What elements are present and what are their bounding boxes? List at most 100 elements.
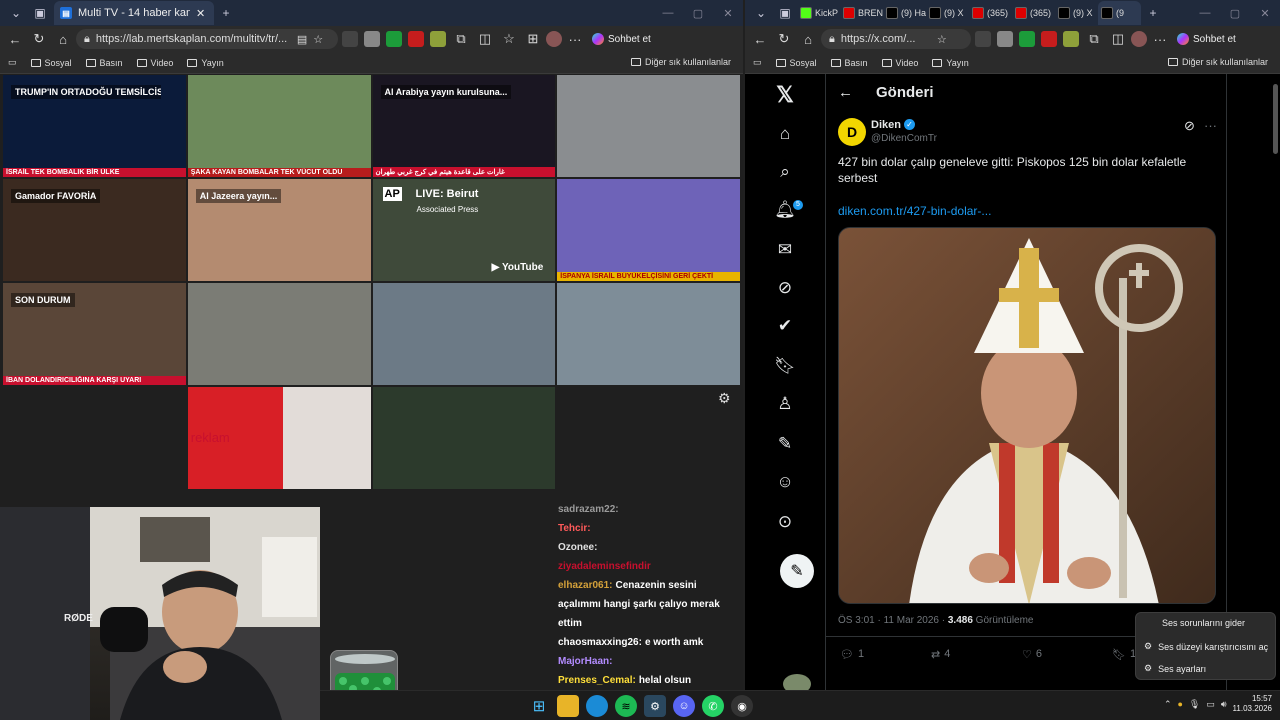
extension-icon[interactable] xyxy=(430,31,446,47)
browser-tab[interactable]: (365) xyxy=(969,1,1012,25)
grok-explain-icon[interactable]: ⊘ xyxy=(1184,118,1195,134)
file-explorer-icon[interactable] xyxy=(557,695,579,717)
bookmark-button[interactable]: 🔖︎ 1 xyxy=(1112,648,1136,661)
tv-channel-tile[interactable]: Gamador FAVORİA xyxy=(3,179,186,281)
tv-channel-tile[interactable]: Al Jazeera yayın... xyxy=(187,179,371,281)
tv-channel-tile[interactable] xyxy=(557,283,740,385)
home-icon[interactable]: ⌂ xyxy=(52,28,74,50)
bookmark-folder[interactable]: Basın xyxy=(830,58,868,68)
tab-multi-tv[interactable]: ▤ Multi TV - 14 haber kanalını aynı a ✕ xyxy=(54,1,214,25)
browser-tab[interactable]: (9) X xyxy=(926,1,969,25)
compose-post-button[interactable]: ✎ xyxy=(780,554,814,588)
tv-channel-tile[interactable] xyxy=(557,75,740,177)
maximize-icon[interactable]: ▢ xyxy=(683,0,713,26)
profile-avatar[interactable] xyxy=(546,31,562,47)
chat-username[interactable]: Ozonee: xyxy=(558,542,597,553)
messages-mail-icon[interactable]: ✉ xyxy=(773,240,797,260)
edge-icon[interactable] xyxy=(586,695,608,717)
jobs-icon[interactable]: ♙ xyxy=(773,394,797,414)
repost-button[interactable]: ⇄ 4 xyxy=(931,648,950,661)
network-icon[interactable]: ▭ xyxy=(1206,699,1215,710)
more-icon[interactable]: ··· xyxy=(564,28,586,50)
chat-username[interactable]: Tehcir: xyxy=(558,523,591,534)
home-nav-icon[interactable]: ⌂ xyxy=(773,124,797,144)
copilot-chat-button[interactable]: Sohbet et xyxy=(1173,33,1240,45)
profile-nav-icon[interactable]: ☺ xyxy=(773,472,797,492)
tv-channel-tile[interactable]: SON DURUM İBAN DOLANDIRICILIĞINA KARŞI UY… xyxy=(3,283,186,385)
account-avatar[interactable] xyxy=(783,674,811,690)
post-link[interactable]: diken.com.tr/427-bin-dolar-... xyxy=(838,204,991,218)
star-icon[interactable]: ☆ xyxy=(937,33,947,46)
back-arrow-icon[interactable]: ← xyxy=(838,84,853,101)
refresh-icon[interactable]: ↻ xyxy=(28,28,50,50)
bookmark-folder[interactable]: Yayın xyxy=(187,58,224,68)
tv-channel-tile[interactable] xyxy=(187,283,371,385)
browser-tab[interactable]: KickP xyxy=(797,1,840,25)
post-timestamp[interactable]: ÖS 3:01 · 11 Mar 2026 · xyxy=(838,615,948,626)
tv-channel-tile[interactable]: Associated Press AP ▶ YouTube LIVE: Beirut xyxy=(372,179,556,281)
chat-username[interactable]: chaosmaxxing26: xyxy=(558,637,642,648)
minimize-icon[interactable]: — xyxy=(1190,0,1220,26)
back-icon[interactable]: ← xyxy=(4,28,26,50)
reply-button[interactable]: 💬︎ 1 xyxy=(840,648,864,661)
home-icon[interactable]: ⌂ xyxy=(797,28,819,50)
tv-channel-tile[interactable] xyxy=(372,387,556,489)
x-logo-icon[interactable]: 𝕏 xyxy=(773,82,797,108)
volume-icon[interactable]: 🔊︎ xyxy=(1221,699,1227,710)
browser-tab[interactable]: BREN xyxy=(840,1,883,25)
tv-channel-tile[interactable]: ŞAKA KAYAN BOMBALAR TEK VÜCUT OLDU xyxy=(187,75,371,177)
extension-icon[interactable] xyxy=(1019,31,1035,47)
extension-icon[interactable] xyxy=(364,31,380,47)
settings-gear-icon[interactable]: ⚙ xyxy=(718,390,731,407)
bookmark-folder[interactable]: Sosyal xyxy=(30,58,72,68)
post-more-icon[interactable]: ··· xyxy=(1204,118,1217,133)
close-window-icon[interactable]: ✕ xyxy=(713,0,743,26)
tv-channel-tile[interactable] xyxy=(557,387,740,489)
new-tab-icon[interactable]: + xyxy=(214,1,238,25)
tab-actions-icon[interactable]: ⌄ xyxy=(4,1,28,25)
other-favorites[interactable]: Diğer sık kullanılanlar xyxy=(630,57,731,67)
tv-channel-tile[interactable]: İSPANYA İSRAİL BÜYÜKELÇİSİNİ GERİ ÇEKTİ xyxy=(557,179,740,281)
author-avatar[interactable]: D xyxy=(838,118,866,146)
tv-channel-tile[interactable]: TRUMP'IN ORTADOĞU TEMSİLCİSİ WITKOFF VE … xyxy=(3,75,186,177)
microphone-icon[interactable]: 🎙︎ xyxy=(1189,699,1200,710)
bookmark-folder[interactable]: Video xyxy=(881,58,918,68)
explore-search-icon[interactable]: ⌕ xyxy=(773,162,797,182)
browser-tab[interactable]: (9) Ha xyxy=(883,1,926,25)
like-button[interactable]: ♡ 6 xyxy=(1022,648,1042,661)
author-handle[interactable]: @DikenComTr xyxy=(871,133,937,144)
extensions-puzzle-icon[interactable]: ⧉ xyxy=(450,28,472,50)
browser-tab[interactable]: (9) X xyxy=(1055,1,1098,25)
tv-channel-tile[interactable]: reklam xyxy=(187,387,371,489)
minimize-icon[interactable]: — xyxy=(653,0,683,26)
extension-icon[interactable] xyxy=(1041,31,1057,47)
extension-icon[interactable] xyxy=(1063,31,1079,47)
post-image[interactable] xyxy=(838,227,1216,604)
extension-icon[interactable] xyxy=(408,31,424,47)
clock[interactable]: 15:57 11.03.2026 xyxy=(1233,694,1272,714)
maximize-icon[interactable]: ▢ xyxy=(1220,0,1250,26)
tab-close-icon[interactable]: ✕ xyxy=(196,7,205,20)
extensions-puzzle-icon[interactable]: ⧉ xyxy=(1083,28,1105,50)
browser-tab[interactable]: (365) xyxy=(1012,1,1055,25)
extension-icon[interactable] xyxy=(386,31,402,47)
bookmark-folder[interactable]: Yayın xyxy=(932,58,969,68)
chat-username[interactable]: ziyadaleminsefindir xyxy=(558,561,651,572)
bookmarks-nav-icon[interactable]: 🔖︎ xyxy=(773,356,797,376)
tv-channel-tile[interactable] xyxy=(3,387,186,489)
workspaces-icon[interactable]: ▣ xyxy=(773,1,797,25)
whatsapp-icon[interactable]: ✆ xyxy=(702,695,724,717)
more-icon[interactable]: ··· xyxy=(1149,28,1171,50)
tv-channel-tile[interactable]: Al Arabiya yayın kurulsuna... غارات على ق… xyxy=(372,75,556,177)
tv-channel-tile[interactable] xyxy=(372,283,556,385)
verified-nav-icon[interactable]: ✔ xyxy=(773,316,797,336)
refresh-icon[interactable]: ↻ xyxy=(773,28,795,50)
split-screen-icon[interactable]: ◫ xyxy=(1107,28,1129,50)
chat-username[interactable]: Prenses_Cemal: xyxy=(558,675,636,686)
menu-item-troubleshoot[interactable]: Ses sorunlarını gider xyxy=(1162,618,1245,628)
extension-icon[interactable] xyxy=(975,31,991,47)
menu-item-sound-settings[interactable]: ⚙ Ses ayarları xyxy=(1144,663,1206,674)
obs-icon[interactable]: ◉ xyxy=(731,695,753,717)
reader-icon[interactable]: ▤ xyxy=(297,33,307,46)
bookmark-folder[interactable]: Sosyal xyxy=(775,58,817,68)
